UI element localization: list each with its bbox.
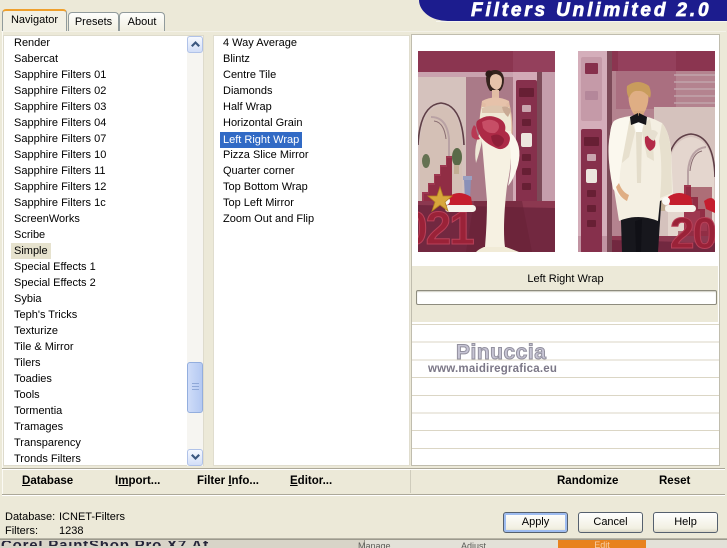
svg-text:20: 20 — [670, 209, 715, 252]
